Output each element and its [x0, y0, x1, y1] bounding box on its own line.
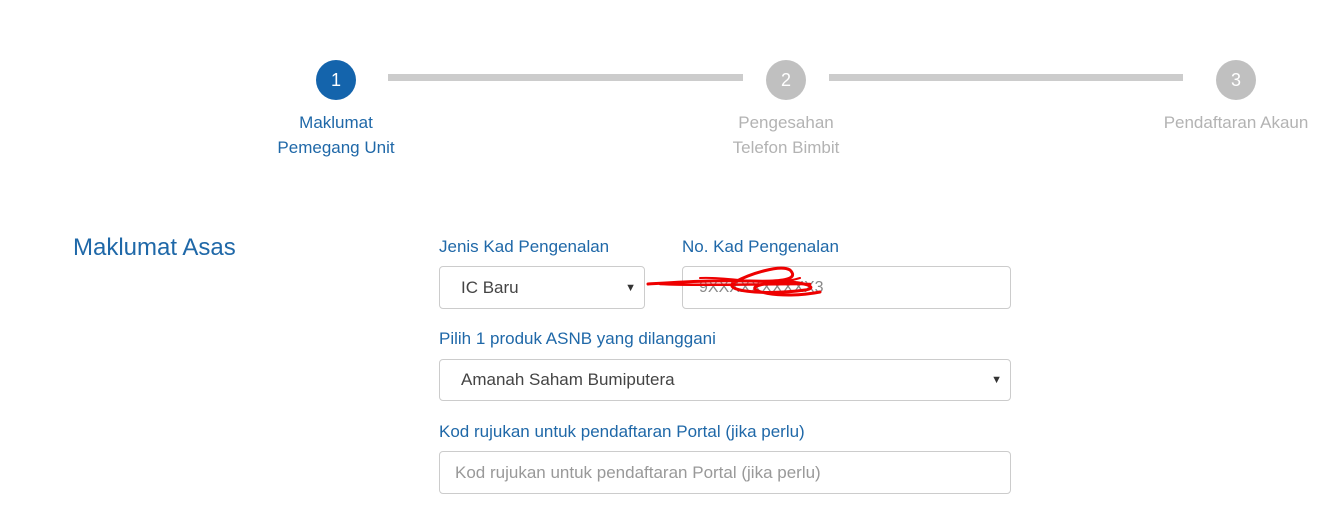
caret-down-icon: ▼ — [991, 374, 1002, 386]
product-label: Pilih 1 produk ASNB yang dilanggani — [439, 329, 716, 348]
product-selected-value: Amanah Saham Bumiputera — [461, 370, 675, 389]
step-1: 1 Maklumat Pemegang Unit — [236, 60, 436, 160]
id-number-value: 9XXXXXXXXXX3 — [699, 278, 824, 296]
section-title: Maklumat Asas — [73, 234, 236, 261]
id-type-select[interactable]: IC Baru ▼ — [439, 266, 645, 309]
step-1-circle: 1 — [316, 60, 356, 100]
id-number-input[interactable]: 9XXXXXXXXXX3 — [682, 266, 1011, 309]
step-2-label: Pengesahan Telefon Bimbit — [732, 113, 840, 157]
product-select[interactable]: Amanah Saham Bumiputera ▼ — [439, 359, 1011, 401]
step-2: 2 Pengesahan Telefon Bimbit — [686, 60, 886, 160]
step-3-circle: 3 — [1216, 60, 1256, 100]
id-type-selected-value: IC Baru — [461, 277, 519, 297]
referral-code-label: Kod rujukan untuk pendaftaran Portal (ji… — [439, 422, 805, 441]
progress-stepper: 1 Maklumat Pemegang Unit 2 Pengesahan Te… — [0, 0, 1324, 170]
id-type-label: Jenis Kad Pengenalan — [439, 237, 610, 256]
step-3: 3 Pendaftaran Akaun — [1136, 60, 1324, 135]
id-number-label: No. Kad Pengenalan — [682, 237, 839, 256]
referral-code-placeholder: Kod rujukan untuk pendaftaran Portal (ji… — [455, 462, 821, 482]
referral-code-input[interactable]: Kod rujukan untuk pendaftaran Portal (ji… — [439, 451, 1011, 494]
caret-down-icon: ▼ — [625, 281, 636, 294]
registration-page: 1 Maklumat Pemegang Unit 2 Pengesahan Te… — [0, 0, 1324, 506]
step-3-label: Pendaftaran Akaun — [1163, 113, 1309, 132]
step-2-circle: 2 — [766, 60, 806, 100]
step-1-label: Maklumat Pemegang Unit — [277, 113, 395, 157]
